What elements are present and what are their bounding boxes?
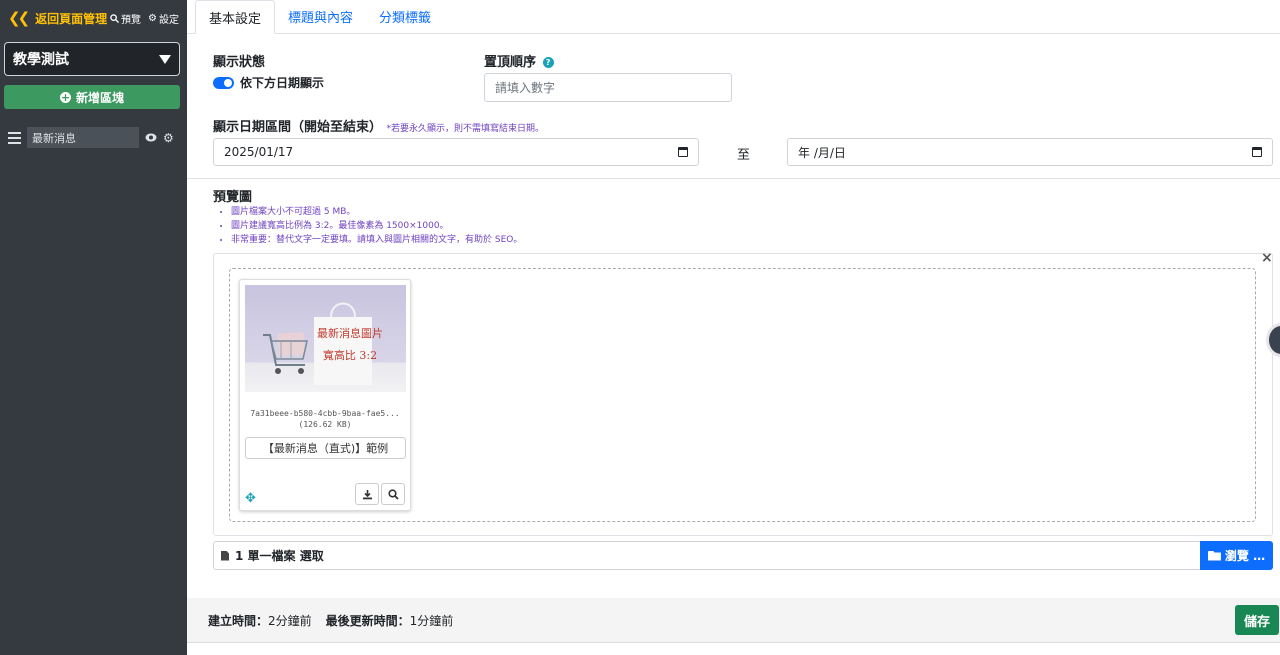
file-thumbnail-card: 最新消息圖片 寬高比 3:2 7a31beee-b580-4cbb-9baa-f… [239,279,411,511]
end-date-placeholder: 年 /月/日 [798,145,846,160]
file-size: (126.62 KB) [298,420,352,429]
preview-link[interactable]: 預覽 [110,11,141,26]
add-block-button[interactable]: + 新增區塊 [4,85,180,109]
file-summary-label: 1 單一檔案 選取 [235,549,324,563]
eye-icon[interactable] [145,131,157,145]
display-status-label: 顯示狀態 [213,55,266,70]
gear-icon: ⚙ [148,12,157,24]
drag-handle-icon[interactable] [8,131,21,144]
site-select-value: 教學測試 [13,52,69,68]
tab-basic-settings[interactable]: 基本設定 [195,0,276,34]
preview-note: 圖片檔案大小不可超過 5 MB。 [231,205,522,219]
tab-title-content[interactable]: 標題與內容 [275,0,366,33]
preview-label: 預覽 [121,14,142,26]
preview-notes-list: 圖片檔案大小不可超過 5 MB。 圖片建議寬高比例為 3:2。最佳像素為 150… [231,205,522,247]
zoom-icon [387,488,399,500]
preview-image-label: 預覽圖 [213,190,253,205]
sidebar-item-label[interactable]: 最新消息 [27,127,139,148]
updated-value: 1分鐘前 [409,613,454,628]
display-toggle[interactable] [213,76,234,89]
date-to-label: 至 [737,148,751,163]
sidebar-links: 預覽 ⚙ 設定 [110,11,179,26]
created-label: 建立時間： [208,613,269,628]
browse-label: 瀏覽 … [1224,549,1266,563]
back-label: 返回頁面管理 [35,11,108,26]
footer-status-bar: 建立時間： 2分鐘前 最後更新時間： 1分鐘前 [187,598,1280,643]
search-icon [110,13,120,23]
file-selection-summary: 1 單一檔案 選取 [213,541,1201,570]
pin-order-heading: 置頂順序 ? [484,51,554,70]
updated-label: 最後更新時間： [325,613,410,628]
created-value: 2分鐘前 [268,613,312,628]
gear-icon[interactable]: ⚙ [163,131,174,145]
end-date-input[interactable]: 年 /月/日 [787,138,1273,166]
add-block-label: 新增區塊 [75,90,124,105]
question-icon[interactable]: ? [542,57,554,68]
browse-button[interactable]: 瀏覽 … [1200,541,1273,570]
calendar-icon[interactable] [1252,147,1262,157]
sidebar: ❮❮ 返回頁面管理 預覽 ⚙ 設定 教學測試 + 新增區塊 最新消息 ⚙ [0,0,187,655]
settings-label: 設定 [159,14,179,26]
image-text-line1: 最新消息圖片 [317,326,383,340]
display-toggle-label: 依下方日期顯示 [240,76,325,90]
date-range-heading: 顯示日期區間（開始至結束） *若要永久顯示，則不需填寫結束日期。 [213,116,544,135]
tab-category-tags[interactable]: 分類標籤 [366,0,444,33]
date-range-label: 顯示日期區間（開始至結束） [213,120,383,135]
preview-note: 圖片建議寬高比例為 3:2。最佳像素為 1500×1000。 [231,219,522,233]
sidebar-item-news[interactable]: 最新消息 ⚙ [8,127,180,148]
display-toggle-row: 依下方日期顯示 [213,74,324,91]
divider [187,178,1280,179]
pin-order-input[interactable]: 請填入數字 [484,73,732,102]
folder-open-icon [1207,550,1221,561]
download-button[interactable] [355,483,379,505]
settings-link[interactable]: ⚙ 設定 [148,11,179,26]
double-chevron-left-icon: ❮❮ [8,9,30,27]
calendar-icon[interactable] [678,147,688,157]
alt-text-input[interactable]: 【最新消息（直式)】範例 [245,437,406,459]
thumbnail-filename: 7a31beee-b580-4cbb-9baa-fae5... (126.62 … [240,408,410,430]
close-icon[interactable]: × [1261,250,1273,266]
caret-down-icon [159,54,171,64]
back-to-page-management-link[interactable]: ❮❮ 返回頁面管理 [8,9,107,27]
start-date-value: 2025/01/17 [224,145,294,159]
file-name: 7a31beee-b580-4cbb-9baa-fae5... [250,409,400,418]
save-button[interactable]: 儲存 [1235,605,1279,635]
thumbnail-image: 最新消息圖片 寬高比 3:2 [245,285,406,392]
image-text-line2: 寬高比 3:2 [323,348,377,362]
pin-order-label: 置頂順序 [484,55,537,70]
site-select[interactable]: 教學測試 [4,42,180,76]
download-icon [362,489,372,499]
plus-circle-icon: + [59,90,71,104]
file-icon [221,550,229,561]
start-date-input[interactable]: 2025/01/17 [213,138,699,166]
preview-note: 非常重要：替代文字一定要填。請填入與圖片相關的文字，有助於 SEO。 [231,233,522,247]
zoom-button[interactable] [381,483,405,505]
sidebar-top: ❮❮ 返回頁面管理 預覽 ⚙ 設定 [0,0,187,36]
tab-bar: 基本設定 標題與內容 分類標籤 [187,0,1280,34]
move-icon[interactable]: ✥ [245,491,256,506]
date-range-note: *若要永久顯示，則不需填寫結束日期。 [386,124,545,134]
